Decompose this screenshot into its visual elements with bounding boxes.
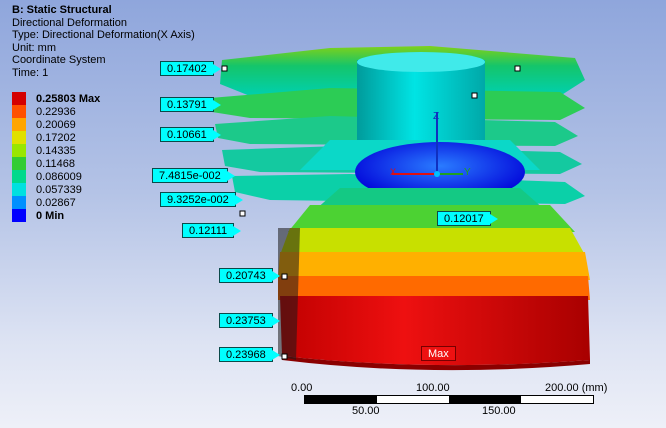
result-type: Type: Directional Deformation(X Axis): [12, 29, 195, 42]
scale-tick-150: 150.00: [482, 405, 516, 417]
probe-label[interactable]: 0.12017: [437, 211, 498, 226]
legend-row: 0.22936: [12, 105, 100, 118]
legend-swatch: [12, 209, 26, 222]
legend-row: 0.11468: [12, 157, 100, 170]
scale-tick-50: 50.00: [352, 405, 380, 417]
legend-label: 0.25803 Max: [36, 92, 101, 105]
legend-swatch: [12, 157, 26, 170]
probe-label[interactable]: 0.20743: [219, 268, 280, 283]
legend-swatch: [12, 131, 26, 144]
legend-row: 0 Min: [12, 209, 100, 222]
probe-label[interactable]: 0.23753: [219, 313, 280, 328]
legend-label: 0.02867: [36, 196, 76, 209]
legend-row: 0.17202: [12, 131, 100, 144]
legend-swatch: [12, 196, 26, 209]
scale-bar: [304, 395, 594, 404]
legend-row: 0.20069: [12, 118, 100, 131]
legend-swatch: [12, 118, 26, 131]
legend-label: 0.22936: [36, 105, 76, 118]
scale-tick-0: 0.00: [291, 382, 313, 394]
probe-label[interactable]: 7.4815e-002: [152, 168, 235, 183]
probe-label[interactable]: 0.17402: [160, 61, 221, 76]
axis-label-x: X: [390, 167, 397, 177]
legend-label: 0.057339: [36, 183, 82, 196]
axis-label-z: Z: [433, 111, 440, 122]
probe-label[interactable]: 0.12111: [182, 223, 242, 238]
legend-label: 0.11468: [36, 157, 75, 170]
legend-row: 0.25803 Max: [12, 92, 100, 105]
color-legend[interactable]: 0.25803 Max 0.22936 0.20069 0.17202 0.14…: [12, 92, 100, 222]
legend-swatch: [12, 144, 26, 157]
legend-row: 0.02867: [12, 196, 100, 209]
legend-swatch: [12, 105, 26, 118]
legend-swatch: [12, 92, 26, 105]
max-marker-label[interactable]: Max: [421, 346, 456, 361]
result-unit: Unit: mm: [12, 41, 56, 54]
probe-label[interactable]: 0.23968: [219, 347, 280, 362]
scale-tick-100: 100.00: [416, 382, 450, 394]
legend-swatch: [12, 170, 26, 183]
legend-label: 0.14335: [36, 144, 76, 157]
scale-bar-segment: [305, 396, 377, 403]
legend-label: 0.086009: [36, 170, 82, 183]
legend-label: 0 Min: [36, 209, 65, 222]
legend-label: 0.17202: [36, 131, 76, 144]
scale-bar-segment: [449, 396, 521, 403]
legend-row: 0.14335: [12, 144, 100, 157]
legend-row: 0.086009: [12, 170, 100, 183]
probe-label[interactable]: 9.3252e-002: [160, 192, 243, 207]
probe-label[interactable]: 0.13791: [160, 97, 221, 112]
legend-row: 0.057339: [12, 183, 100, 196]
result-title: B: Static Structural: [12, 4, 112, 16]
legend-label: 0.20069: [36, 118, 76, 131]
legend-swatch: [12, 183, 26, 196]
result-name: Directional Deformation: [12, 16, 127, 29]
scale-tick-200: 200.00 (mm): [545, 382, 608, 394]
axis-label-y: Y: [464, 167, 471, 178]
probe-label[interactable]: 0.10661: [160, 127, 221, 142]
graphics-viewport[interactable]: B: Static Structural Directional Deforma…: [0, 0, 666, 428]
